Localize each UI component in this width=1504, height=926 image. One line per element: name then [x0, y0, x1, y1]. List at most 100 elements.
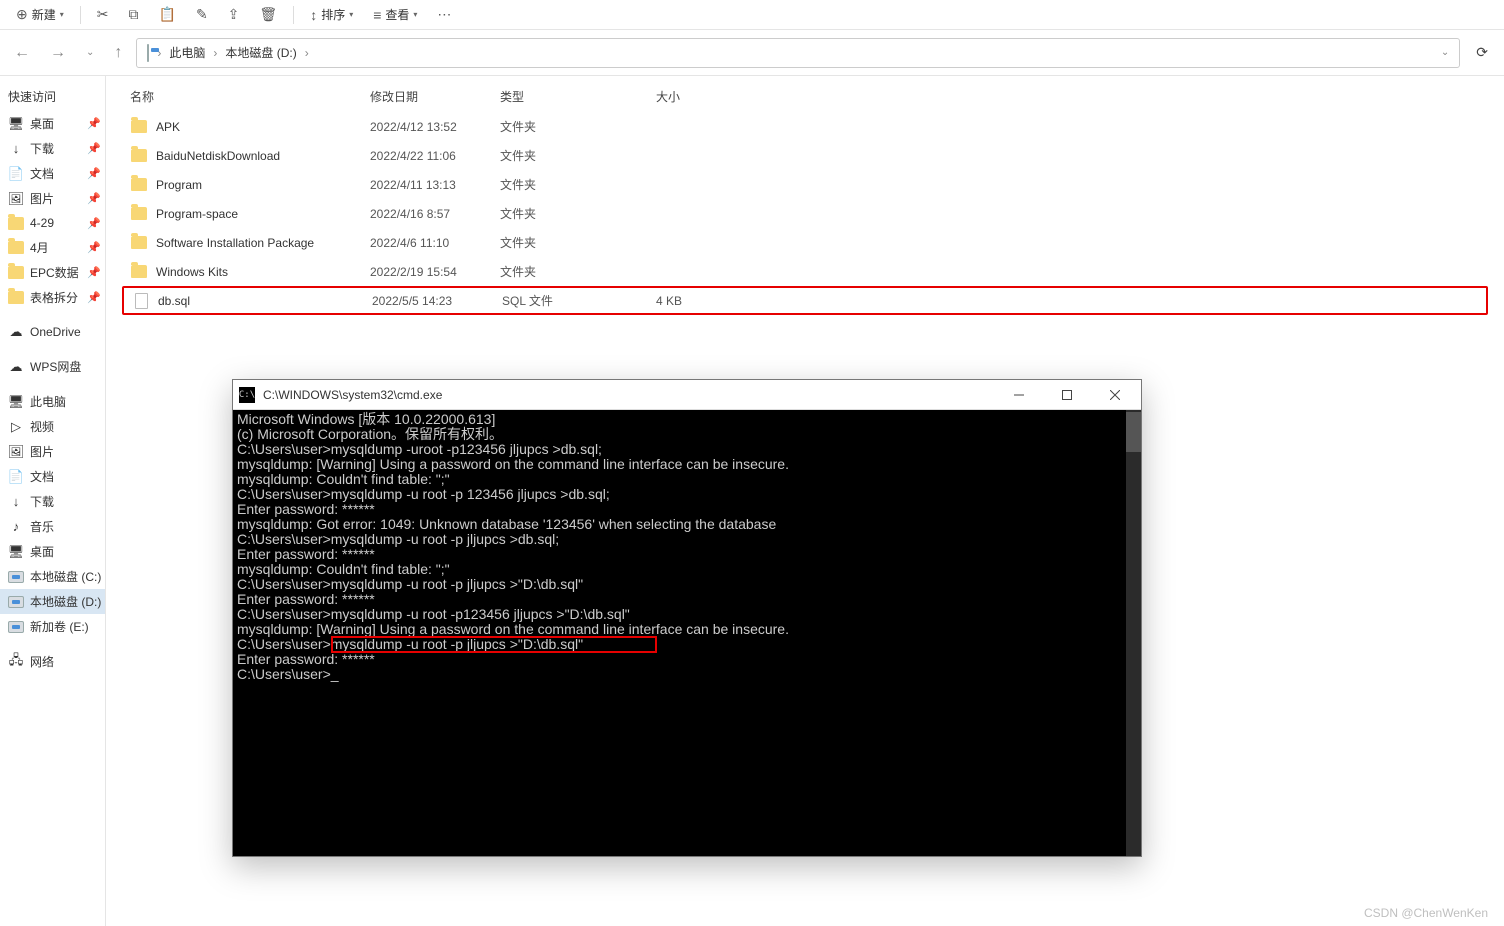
sort-button[interactable]: ↕排序▾: [302, 3, 361, 26]
sidebar-item[interactable]: ↓下载📌: [0, 136, 105, 161]
sidebar-network[interactable]: 🖧网络: [0, 649, 105, 674]
share-icon: ⇪: [228, 6, 240, 23]
delete-button[interactable]: 🗑: [251, 3, 285, 26]
cmd-scrollbar[interactable]: [1126, 410, 1141, 856]
file-row[interactable]: APK2022/4/12 13:52文件夹: [122, 112, 1488, 141]
drive-icon: 🖥: [8, 544, 24, 560]
sidebar-item[interactable]: ♪音乐: [0, 514, 105, 539]
cmd-titlebar[interactable]: C:\ C:\WINDOWS\system32\cmd.exe: [233, 380, 1141, 410]
cmd-line: mysqldump: Got error: 1049: Unknown data…: [237, 517, 1137, 532]
separator: [293, 6, 294, 24]
breadcrumb-drive[interactable]: 本地磁盘 (D:): [225, 44, 296, 61]
folder-icon: [8, 265, 24, 281]
share-button[interactable]: ⇪: [220, 3, 248, 26]
file-row[interactable]: Windows Kits2022/2/19 15:54文件夹: [122, 257, 1488, 286]
plus-icon: ⊕: [16, 6, 28, 23]
cmd-line: Enter password: ******: [237, 502, 1137, 517]
sidebar-item[interactable]: 4-29📌: [0, 211, 105, 235]
breadcrumb-root[interactable]: 此电脑: [169, 44, 205, 61]
copy-button[interactable]: ⧉: [121, 3, 147, 26]
sidebar-item-label: 桌面: [30, 543, 54, 560]
folder-icon: [130, 205, 148, 223]
up-button[interactable]: ↑: [108, 40, 128, 66]
address-dropdown[interactable]: ⌄: [1441, 47, 1449, 58]
sidebar-item[interactable]: 🖥 桌面: [0, 539, 105, 564]
view-button[interactable]: ≡查看▾: [365, 3, 425, 26]
cut-icon: ✂: [97, 6, 109, 23]
quick-access-header[interactable]: 快速访问: [0, 82, 105, 111]
file-type: 文件夹: [500, 176, 610, 193]
col-size[interactable]: 大小: [610, 88, 680, 105]
drive-icon: ↓: [8, 494, 24, 510]
address-bar[interactable]: › 此电脑 › 本地磁盘 (D:) › ⌄: [136, 38, 1460, 68]
copy-icon: ⧉: [129, 6, 139, 23]
sidebar-item[interactable]: ▷视频: [0, 414, 105, 439]
file-type: 文件夹: [500, 118, 610, 135]
cmd-terminal-output[interactable]: Microsoft Windows [版本 10.0.22000.613](c)…: [233, 410, 1141, 856]
col-name[interactable]: 名称: [130, 88, 370, 105]
history-dropdown[interactable]: ⌄: [80, 43, 100, 62]
back-button[interactable]: ←: [8, 40, 36, 66]
file-row[interactable]: Program-space2022/4/16 8:57文件夹: [122, 199, 1488, 228]
cut-button[interactable]: ✂: [89, 3, 117, 26]
close-button[interactable]: [1095, 381, 1135, 409]
thispc-label: 此电脑: [30, 393, 66, 410]
wps-label: WPS网盘: [30, 358, 81, 375]
view-label: 查看: [385, 6, 409, 23]
pin-icon: 📌: [89, 142, 99, 155]
column-headers: 名称 修改日期 类型 大小: [122, 84, 1488, 110]
docs-icon: 📄: [8, 166, 24, 182]
ribbon-toolbar: ⊕新建▾ ✂ ⧉ 📋 ✎ ⇪ 🗑 ↕排序▾ ≡查看▾ ⋯: [0, 0, 1504, 30]
file-name: Windows Kits: [156, 265, 370, 279]
sidebar-item[interactable]: 🖼图片: [0, 439, 105, 464]
scrollbar-thumb[interactable]: [1126, 412, 1141, 452]
sidebar-onedrive[interactable]: ☁OneDrive: [0, 320, 105, 344]
drive-icon: 📄: [8, 469, 24, 485]
sidebar-item[interactable]: 本地磁盘 (D:): [0, 589, 105, 614]
sidebar-item[interactable]: EPC数据📌: [0, 260, 105, 285]
sidebar-item-label: 本地磁盘 (D:): [30, 593, 101, 610]
new-button[interactable]: ⊕新建▾: [8, 3, 72, 26]
file-row[interactable]: db.sql2022/5/5 14:23SQL 文件4 KB: [122, 286, 1488, 315]
maximize-button[interactable]: [1047, 381, 1087, 409]
rename-button[interactable]: ✎: [188, 3, 216, 26]
sidebar-item[interactable]: 表格拆分📌: [0, 285, 105, 310]
file-row[interactable]: Software Installation Package2022/4/6 11…: [122, 228, 1488, 257]
folder-icon: [8, 290, 24, 306]
minimize-button[interactable]: [999, 381, 1039, 409]
cmd-line: Microsoft Windows [版本 10.0.22000.613]: [237, 412, 1137, 427]
col-date[interactable]: 修改日期: [370, 88, 500, 105]
file-icon: [132, 292, 150, 310]
delete-icon: 🗑: [259, 6, 277, 23]
sidebar-item[interactable]: 本地磁盘 (C:): [0, 564, 105, 589]
col-type[interactable]: 类型: [500, 88, 610, 105]
sidebar-item-label: 文档: [30, 165, 83, 182]
drive-icon: ▷: [8, 419, 24, 435]
sidebar-item[interactable]: 📄文档: [0, 464, 105, 489]
sidebar-item[interactable]: 4月📌: [0, 235, 105, 260]
cmd-window[interactable]: C:\ C:\WINDOWS\system32\cmd.exe Microsof…: [232, 379, 1142, 857]
file-date: 2022/4/11 13:13: [370, 178, 500, 192]
watermark: CSDN @ChenWenKen: [1364, 906, 1488, 920]
forward-button[interactable]: →: [44, 40, 72, 66]
sidebar-item[interactable]: 🖼图片📌: [0, 186, 105, 211]
sidebar-thispc[interactable]: 🖥 此电脑: [0, 389, 105, 414]
file-name: BaiduNetdiskDownload: [156, 149, 370, 163]
file-row[interactable]: Program2022/4/11 13:13文件夹: [122, 170, 1488, 199]
sidebar-item[interactable]: 新加卷 (E:): [0, 614, 105, 639]
sidebar-item[interactable]: 📄文档📌: [0, 161, 105, 186]
cmd-line: C:\Users\user>mysqldump -u root -p jljup…: [237, 577, 1137, 592]
more-icon: ⋯: [437, 6, 451, 23]
file-row[interactable]: BaiduNetdiskDownload2022/4/22 11:06文件夹: [122, 141, 1488, 170]
sidebar-wps[interactable]: ☁WPS网盘: [0, 354, 105, 379]
chevron-down-icon: ▾: [60, 10, 64, 19]
more-button[interactable]: ⋯: [429, 3, 459, 26]
sidebar-item[interactable]: 🖥桌面📌: [0, 111, 105, 136]
drive-icon: [8, 619, 24, 635]
refresh-button[interactable]: ⟳: [1468, 40, 1496, 65]
paste-button[interactable]: 📋: [151, 3, 184, 26]
sidebar-item-label: 4-29: [30, 216, 83, 230]
sidebar-item[interactable]: ↓下载: [0, 489, 105, 514]
sidebar-item-label: 图片: [30, 443, 54, 460]
pc-icon: 🖥: [8, 394, 24, 410]
